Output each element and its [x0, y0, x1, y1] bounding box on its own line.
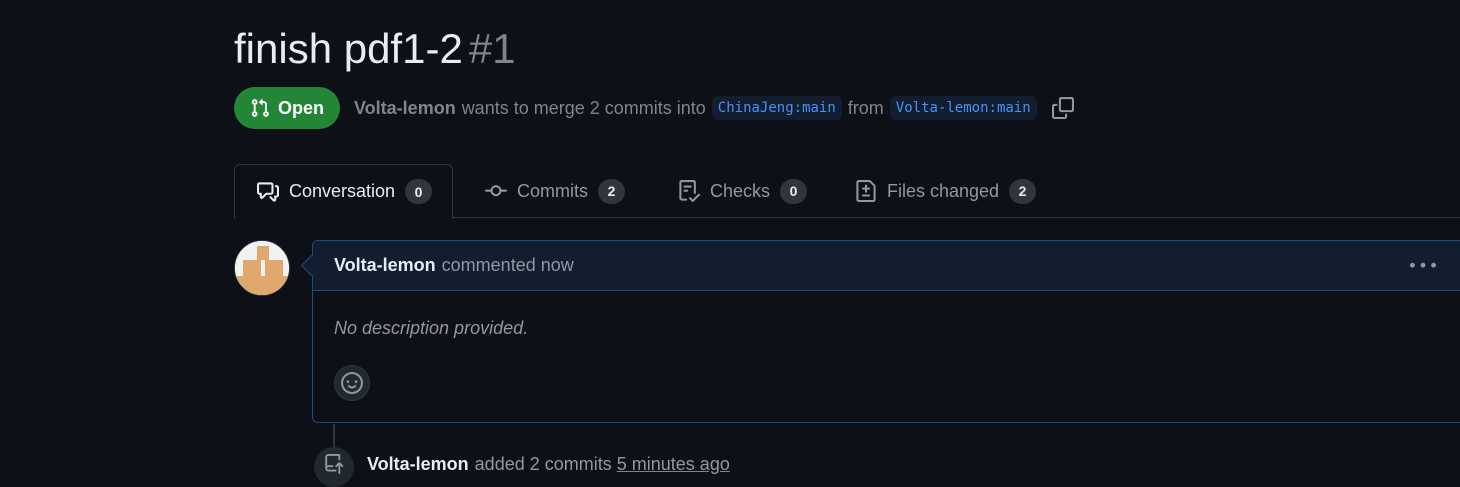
pr-tabs: Conversation 0 Commits 2 Checks 0 Files … [0, 164, 1460, 219]
comment-author-link[interactable]: Volta-lemon [334, 255, 436, 276]
pr-title: finish pdf1-2 [234, 25, 463, 72]
tab-conversation-count: 0 [405, 179, 433, 204]
tab-files-changed-label: Files changed [887, 180, 1000, 201]
base-branch-link[interactable]: ChinaJeng:main [711, 96, 842, 120]
tab-commits-label: Commits [517, 180, 588, 201]
comment-body: No description provided. [334, 318, 529, 338]
copy-icon [1051, 97, 1074, 119]
tab-commits-count: 2 [598, 178, 625, 204]
tab-conversation-label: Conversation [289, 181, 396, 201]
comment-timestamp[interactable]: commented now [442, 255, 574, 276]
copy-branch-button[interactable] [1049, 94, 1077, 122]
comment-box: Volta-lemon commented now No description… [312, 240, 1460, 423]
pr-meta-row: Open Volta-lemon wants to merge 2 commit… [234, 87, 1077, 129]
timeline-time-link[interactable]: 5 minutes ago [617, 454, 730, 474]
tab-checks[interactable]: Checks 0 [678, 164, 808, 218]
pr-title-row: finish pdf1-2 #1 [234, 24, 516, 74]
avatar-identicon [235, 241, 289, 295]
tab-checks-count: 0 [780, 178, 808, 204]
timeline-event: Volta-lemon added 2 commits 5 minutes ago [367, 454, 730, 475]
pr-merge-text: wants to merge 2 commits into [461, 97, 706, 118]
pr-state-label: Open [278, 97, 325, 118]
tab-files-changed-count: 2 [1009, 178, 1037, 204]
checklist-icon [678, 180, 700, 202]
file-diff-icon [855, 180, 877, 202]
tab-checks-label: Checks [710, 180, 771, 201]
comment-options-button[interactable] [1407, 255, 1439, 277]
pr-number: #1 [468, 25, 516, 72]
git-commit-icon [485, 180, 507, 202]
timeline-badge [314, 447, 354, 487]
kebab-horizontal-icon [1410, 253, 1436, 279]
add-reaction-button[interactable] [334, 365, 370, 401]
pr-author-link[interactable]: Volta-lemon [354, 98, 456, 119]
avatar[interactable] [234, 240, 290, 296]
comment-discussion-icon [257, 181, 279, 203]
repo-push-icon [324, 454, 344, 474]
timeline-author-link[interactable]: Volta-lemon [367, 454, 469, 474]
tab-files-changed[interactable]: Files changed 2 [855, 164, 1037, 218]
head-branch-link[interactable]: Volta-lemon:main [889, 96, 1037, 120]
smiley-icon [341, 372, 363, 394]
pr-from-text: from [847, 97, 884, 118]
comment-header: Volta-lemon commented now [313, 241, 1460, 291]
pr-state-badge: Open [234, 87, 341, 129]
git-pull-request-icon [250, 98, 270, 118]
timeline-action: added 2 commits [474, 454, 612, 474]
tab-commits[interactable]: Commits 2 [485, 164, 625, 218]
tab-conversation[interactable]: Conversation 0 [234, 164, 454, 219]
